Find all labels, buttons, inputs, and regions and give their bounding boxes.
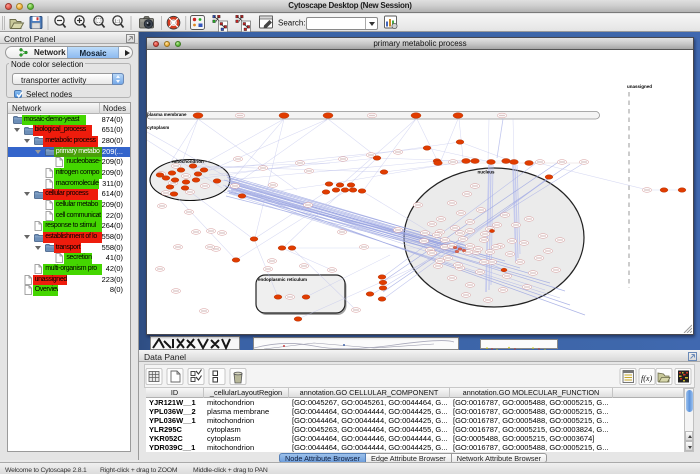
svg-text:plasma membrane: plasma membrane [147, 112, 187, 117]
svg-text:unassigned: unassigned [627, 84, 652, 89]
svg-text:Search:: Search: [278, 19, 306, 28]
svg-text:mitochondrion: mitochondrion [172, 159, 204, 164]
svg-text:f(x): f(x) [641, 374, 652, 383]
svg-text:nucleus: nucleus [477, 170, 495, 175]
svg-text:endoplasmic reticulum: endoplasmic reticulum [258, 277, 307, 282]
svg-text:1:1: 1:1 [114, 19, 121, 24]
svg-text:cytoplasm: cytoplasm [147, 125, 169, 130]
